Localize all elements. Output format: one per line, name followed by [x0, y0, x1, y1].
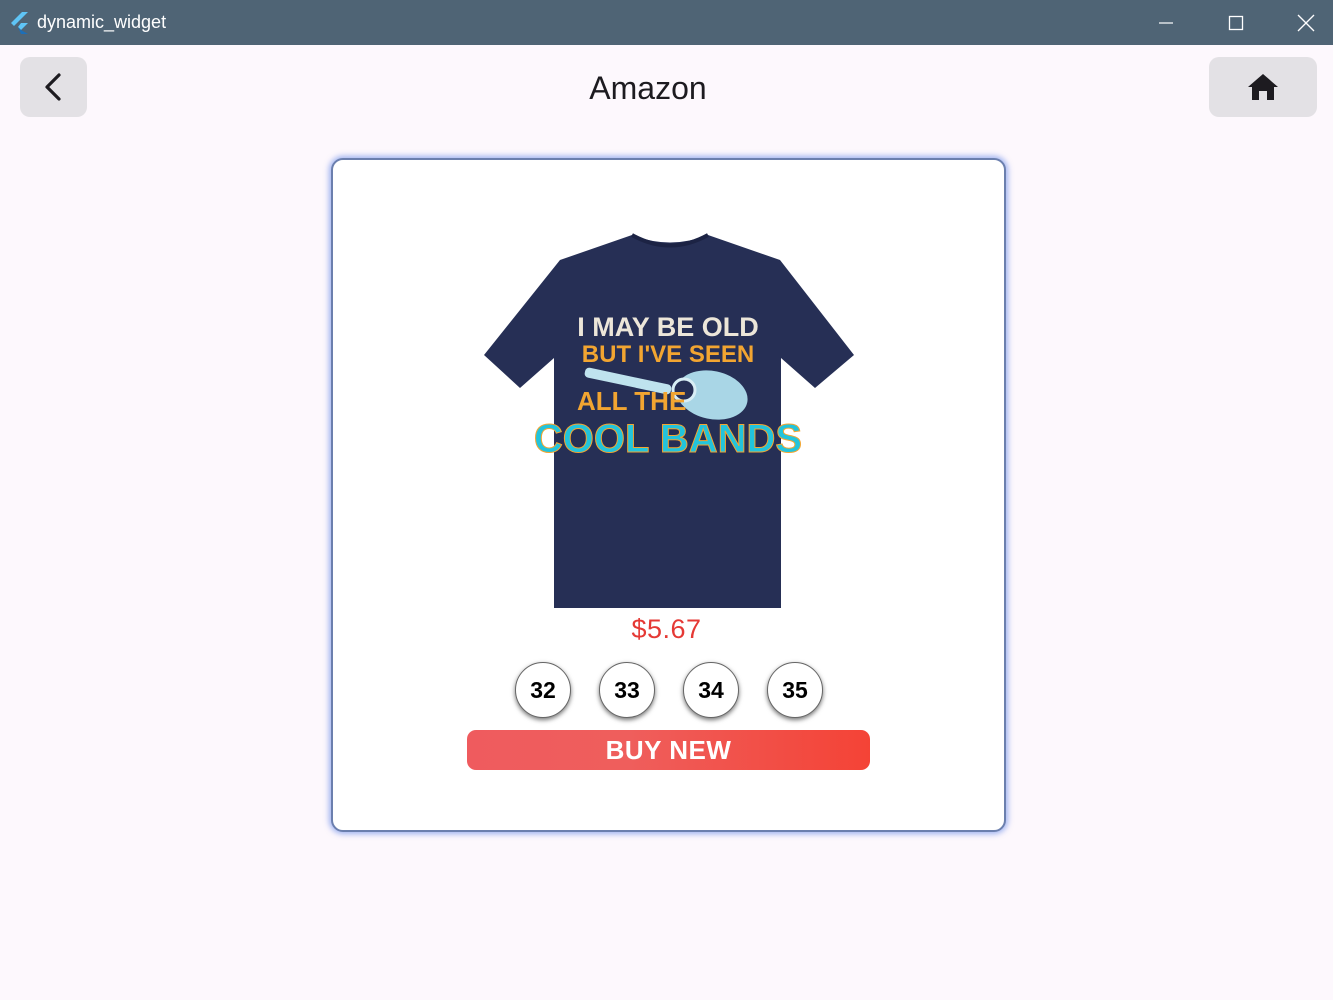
- shirt-print-line-3: ALL THE: [577, 386, 686, 416]
- window-title: dynamic_widget: [37, 12, 167, 32]
- close-window-button[interactable]: [1271, 0, 1333, 45]
- maximize-icon: [1228, 15, 1244, 30]
- size-options: 32 33 34 35: [513, 662, 823, 720]
- close-icon: [1297, 14, 1315, 31]
- buy-new-button[interactable]: BUY NEW: [467, 730, 870, 770]
- minimize-icon: [1159, 21, 1173, 24]
- product-image[interactable]: I MAY BE OLD BUT I'VE SEEN ALL THE COOL …: [480, 230, 860, 614]
- size-option[interactable]: 35: [767, 662, 823, 718]
- home-button[interactable]: [1209, 57, 1317, 117]
- size-option[interactable]: 32: [515, 662, 571, 718]
- maximize-button[interactable]: [1201, 0, 1271, 45]
- page-title: Amazon: [589, 70, 707, 106]
- home-icon: [1248, 74, 1278, 100]
- minimize-button[interactable]: [1131, 0, 1201, 45]
- shirt-print-line-4: COOL BANDS: [534, 417, 802, 461]
- shirt-print-line-2: BUT I'VE SEEN: [582, 341, 754, 368]
- flutter-logo-icon: [11, 12, 28, 34]
- product-price: $5.67: [631, 614, 702, 644]
- size-option[interactable]: 34: [683, 662, 739, 718]
- size-option[interactable]: 33: [599, 662, 655, 718]
- window-titlebar: dynamic_widget: [0, 0, 1333, 45]
- shirt-print-line-1: I MAY BE OLD: [577, 312, 759, 342]
